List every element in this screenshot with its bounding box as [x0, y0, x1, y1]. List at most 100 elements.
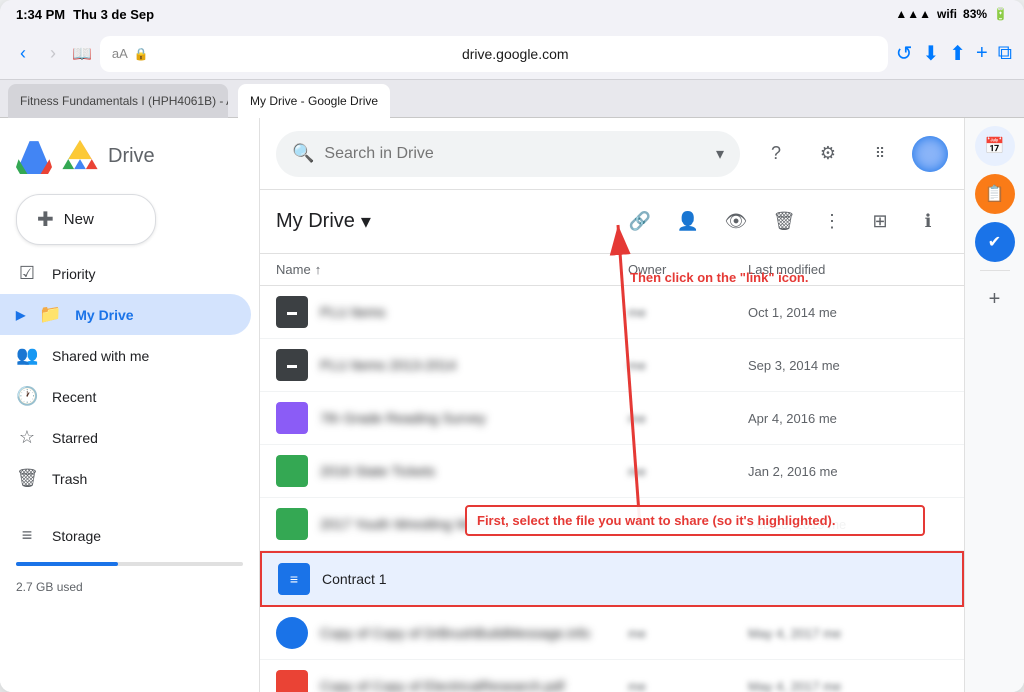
priority-icon: ☑ — [16, 263, 38, 284]
file-icon — [276, 508, 308, 540]
file-icon: ≡ — [278, 563, 310, 595]
sidebar: Drive ✚ New ☑ Priority ▶ 📁 My Drive 👥 Sh… — [0, 118, 260, 692]
tab-2[interactable]: My Drive - Google Drive — [238, 84, 390, 118]
search-input[interactable] — [324, 145, 706, 163]
sidebar-item-recent[interactable]: 🕐 Recent — [0, 376, 251, 417]
back-button[interactable]: ‹ — [12, 39, 34, 68]
multi-window-button[interactable]: ⧉ — [998, 42, 1012, 65]
priority-label: Priority — [52, 266, 96, 282]
drive-title-label: My Drive — [276, 210, 355, 233]
help-button[interactable]: ? — [756, 134, 796, 174]
file-owner: me — [628, 517, 748, 532]
file-icon — [276, 455, 308, 487]
my-drive-arrow: ▶ — [16, 308, 25, 322]
table-row[interactable]: ▬ PLU Items me Oct 1, 2014 me — [260, 286, 964, 339]
table-row-selected[interactable]: ≡ Contract 1 — [260, 551, 964, 607]
notes-icon: 📋 — [985, 184, 1005, 204]
storage-bar-fill — [16, 562, 118, 566]
file-name: 7th Grade Reading Survey — [320, 410, 628, 426]
sidebar-item-shared-with-me[interactable]: 👥 Shared with me — [0, 335, 251, 376]
tasks-panel-button[interactable]: ✔ — [975, 222, 1015, 262]
link-button[interactable]: 🔗 — [620, 202, 660, 242]
recent-label: Recent — [52, 389, 96, 405]
table-row[interactable]: 2016 State Tickets me Jan 2, 2016 me — [260, 445, 964, 498]
url-display: drive.google.com — [155, 46, 876, 62]
drive-title[interactable]: My Drive ▾ — [276, 209, 371, 234]
drive-logo-svg — [62, 138, 98, 174]
add-person-icon: 👤 — [677, 211, 699, 232]
forward-button[interactable]: › — [42, 39, 64, 68]
add-panel-button[interactable]: + — [975, 279, 1015, 319]
calendar-icon: 📅 — [985, 136, 1005, 156]
file-owner: me — [628, 411, 748, 426]
file-modified: May 4, 2017 me — [748, 679, 948, 692]
top-bar: 🔍 ▾ ? ⚙ ⠿ — [260, 118, 964, 190]
table-row[interactable]: Copy of Copy of ElectricalResearch.pdf m… — [260, 660, 964, 692]
my-drive-icon: 📁 — [39, 304, 61, 325]
search-box[interactable]: 🔍 ▾ — [276, 131, 740, 177]
sidebar-item-trash[interactable]: 🗑 Trash — [0, 458, 251, 499]
new-button[interactable]: ✚ New — [16, 194, 156, 245]
delete-button[interactable]: 🗑 — [764, 202, 804, 242]
file-modified: Feb 28, 2019 me — [748, 517, 948, 532]
grid-view-button[interactable]: ⊞ — [860, 202, 900, 242]
table-row[interactable]: ▬ PLU Items 2013-2014 me Sep 3, 2014 me — [260, 339, 964, 392]
avatar[interactable] — [912, 136, 948, 172]
share-button[interactable]: ⬆ — [949, 41, 966, 66]
apps-button[interactable]: ⠿ — [860, 134, 900, 174]
sidebar-item-storage[interactable]: ≡ Storage — [0, 515, 251, 556]
file-name: Copy of Copy of ElectricalResearch.pdf — [320, 678, 628, 692]
reader-button[interactable]: 📖 — [72, 44, 92, 64]
col-name-header[interactable]: Name ↑ — [276, 262, 628, 277]
status-time: 1:34 PM — [16, 7, 65, 22]
status-date: Thu 3 de Sep — [73, 7, 154, 22]
table-row[interactable]: Copy of Copy of DrBrushBuildMessage.info… — [260, 607, 964, 660]
download-button[interactable]: ⬇ — [923, 41, 940, 66]
right-panel: 📅 📋 ✔ + — [964, 118, 1024, 692]
address-bar[interactable]: aA 🔒 drive.google.com — [100, 36, 888, 72]
sidebar-item-starred[interactable]: ☆ Starred — [0, 417, 251, 458]
file-owner: me — [628, 464, 748, 479]
file-name: Copy of Copy of DrBrushBuildMessage.info — [320, 625, 628, 641]
settings-button[interactable]: ⚙ — [808, 134, 848, 174]
modified-col-label: Last modified — [748, 262, 825, 277]
drive-logo-icon — [16, 138, 52, 174]
browser-frame: 1:34 PM Thu 3 de Sep ▲▲▲ wifi 83% 🔋 ‹ › … — [0, 0, 1024, 692]
tab-1[interactable]: Fitness Fundamentals I (HPH4061B) - Acti… — [8, 84, 228, 118]
file-modified: Jan 2, 2016 me — [748, 464, 948, 479]
info-icon: ℹ — [925, 211, 932, 232]
table-row[interactable]: 7th Grade Reading Survey me Apr 4, 2016 … — [260, 392, 964, 445]
file-owner: me — [628, 679, 748, 692]
file-owner: me — [628, 358, 748, 373]
my-drive-label: My Drive — [75, 307, 133, 323]
storage-icon: ≡ — [16, 525, 38, 546]
file-icon: ▬ — [276, 296, 308, 328]
avatar-image — [912, 136, 948, 172]
notes-panel-button[interactable]: 📋 — [975, 174, 1015, 214]
table-row[interactable]: 2017 Youth Wrestling Workers me Feb 28, … — [260, 498, 964, 551]
more-options-button[interactable]: ⋮ — [812, 202, 852, 242]
search-dropdown-icon[interactable]: ▾ — [716, 144, 724, 164]
tab-bar: Fitness Fundamentals I (HPH4061B) - Acti… — [0, 80, 1024, 118]
add-person-button[interactable]: 👤 — [668, 202, 708, 242]
drive-logo-header[interactable]: Drive — [0, 126, 259, 186]
main-content: 🔍 ▾ ? ⚙ ⠿ — [260, 118, 964, 692]
recent-icon: 🕐 — [16, 386, 38, 407]
starred-icon: ☆ — [16, 427, 38, 448]
info-button[interactable]: ℹ — [908, 202, 948, 242]
add-tab-button[interactable]: + — [976, 42, 988, 65]
calendar-panel-button[interactable]: 📅 — [975, 126, 1015, 166]
wifi-icon: wifi — [937, 7, 957, 21]
sidebar-item-my-drive[interactable]: ▶ 📁 My Drive — [0, 294, 251, 335]
right-panel-divider — [980, 270, 1010, 271]
refresh-button[interactable]: ↺ — [896, 41, 913, 66]
delete-icon: 🗑 — [773, 211, 796, 232]
file-owner: me — [628, 626, 748, 641]
file-icon — [276, 402, 308, 434]
view-button[interactable]: 👁 — [716, 202, 756, 242]
signal-icon: ▲▲▲ — [895, 7, 931, 21]
sidebar-item-priority[interactable]: ☑ Priority — [0, 253, 251, 294]
shared-icon: 👥 — [16, 345, 38, 366]
file-modified: May 4, 2017 me — [748, 626, 948, 641]
files-header: Name ↑ Owner Last modified — [260, 254, 964, 286]
